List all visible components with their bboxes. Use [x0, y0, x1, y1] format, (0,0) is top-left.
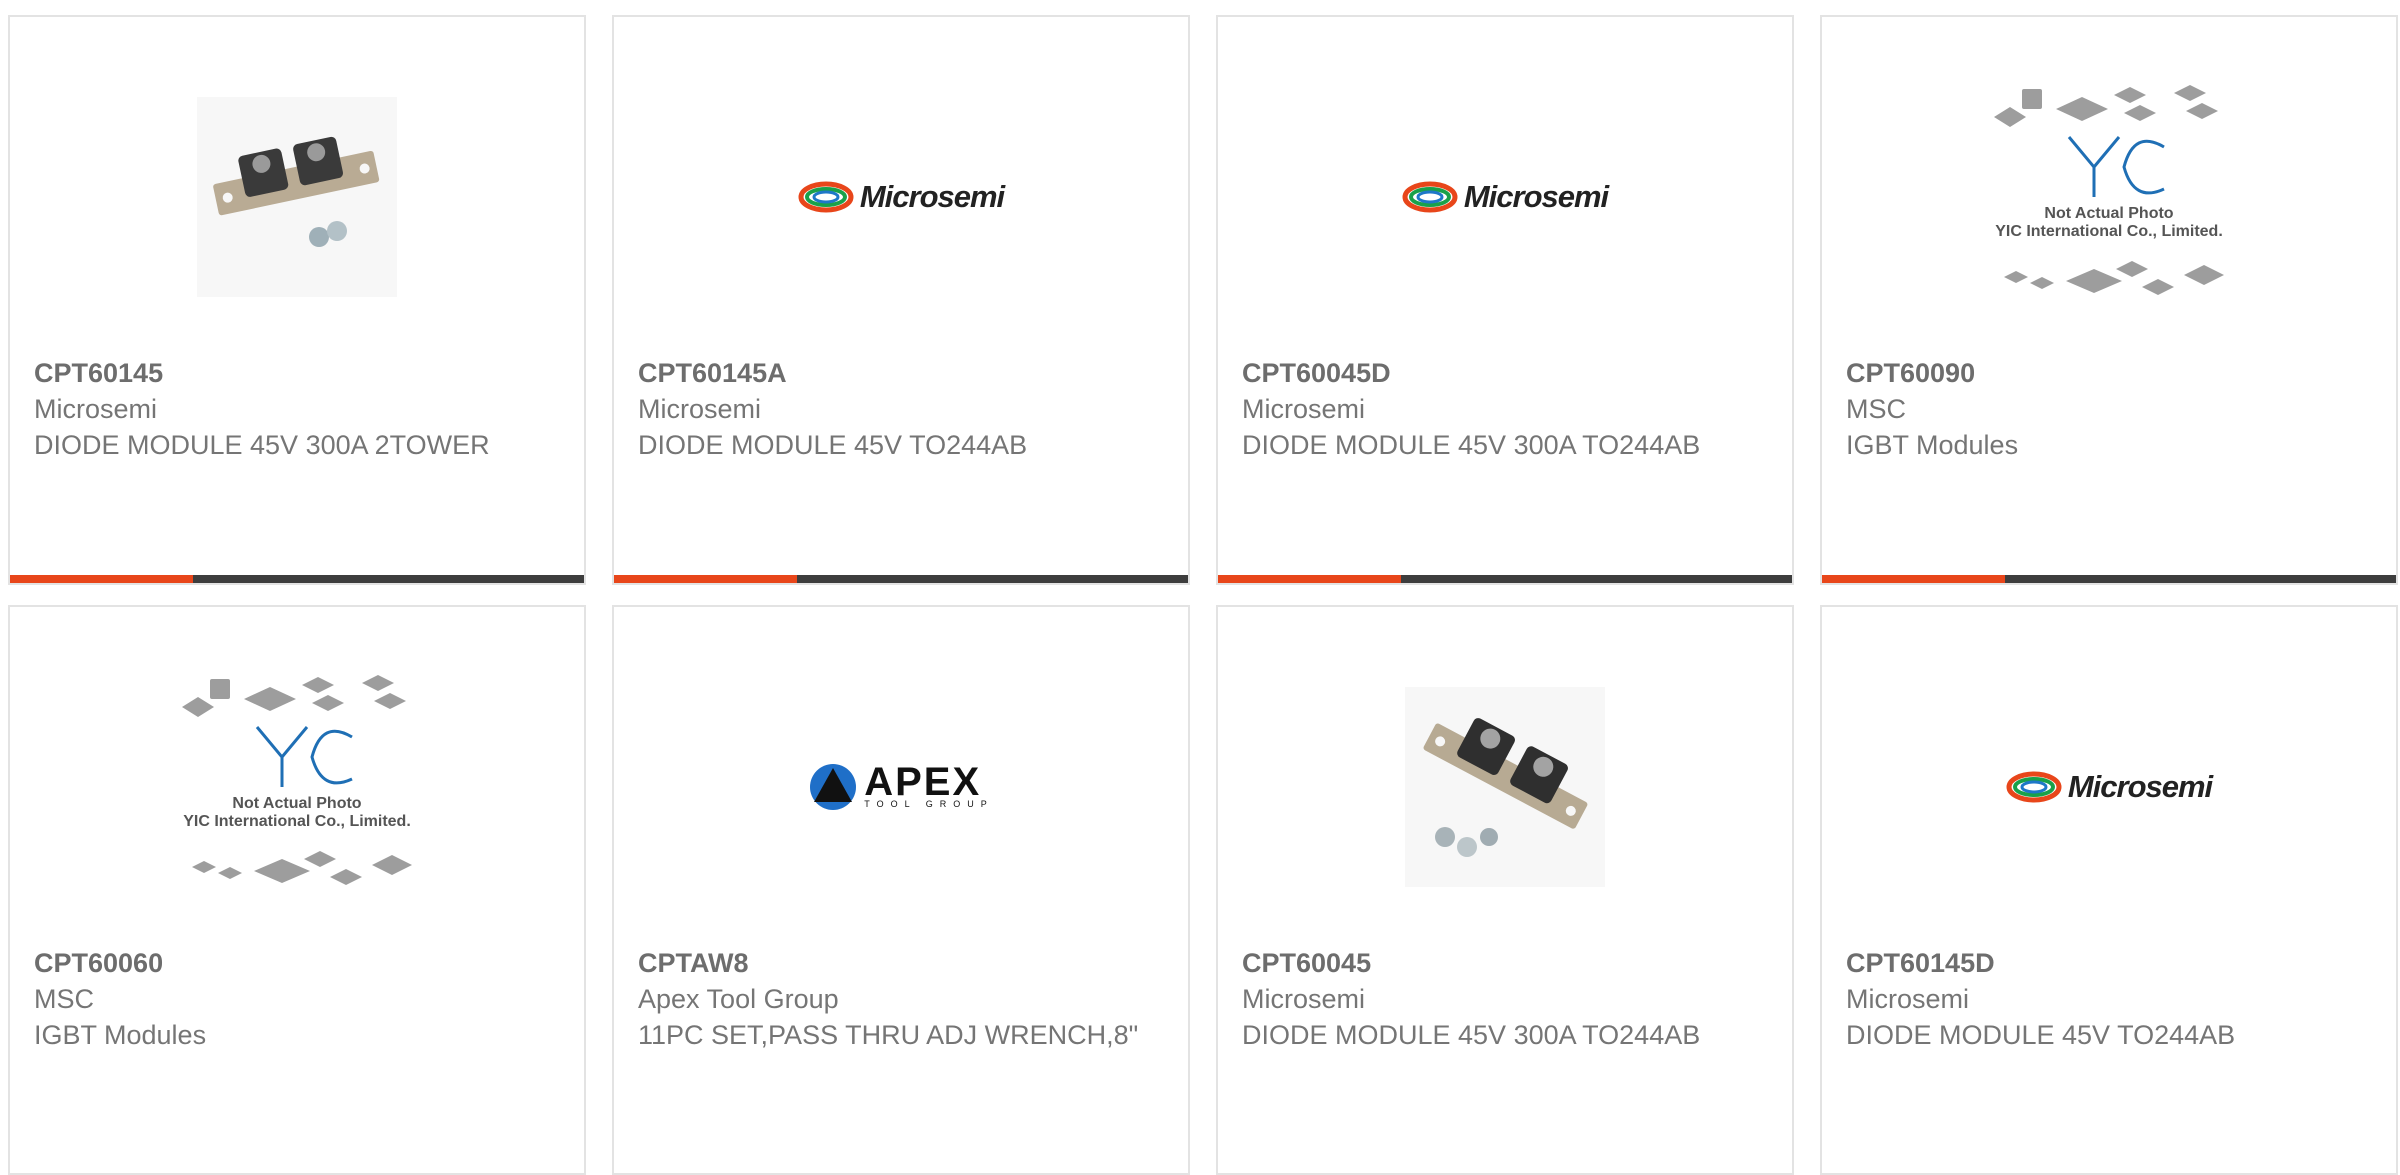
card-progress-bar	[614, 575, 1188, 583]
card-bar-accent	[10, 575, 193, 583]
product-info: CPT60060 MSC IGBT Modules	[34, 945, 560, 1053]
microsemi-logo-text: Microsemi	[1463, 179, 1609, 214]
description: IGBT Modules	[1846, 430, 2019, 460]
manufacturer: Microsemi	[1242, 394, 1366, 424]
manufacturer: Microsemi	[1846, 984, 1970, 1014]
product-card[interactable]: Not Actual Photo YIC International Co., …	[8, 605, 586, 1175]
product-card[interactable]: CPT60145 Microsemi DIODE MODULE 45V 300A…	[8, 15, 586, 585]
card-progress-bar	[1822, 575, 2396, 583]
diode-module-photo	[1405, 687, 1605, 887]
part-number[interactable]: CPTAW8	[638, 945, 1164, 981]
description: DIODE MODULE 45V 300A TO244AB	[1242, 1020, 1701, 1050]
apex-logo: APEX TOOL GROUP	[808, 762, 994, 812]
product-image	[1218, 667, 1792, 907]
yic-caption-line2: YIC International Co., Limited.	[1995, 223, 2223, 240]
manufacturer: Apex Tool Group	[638, 984, 839, 1014]
microsemi-logo: Microsemi	[798, 179, 1005, 215]
apex-triangle-icon	[810, 764, 857, 810]
apex-logo-subtext: TOOL GROUP	[864, 799, 994, 809]
microsemi-logo-text: Microsemi	[2067, 769, 2213, 804]
product-card[interactable]: CPT60045 Microsemi DIODE MODULE 45V 300A…	[1216, 605, 1794, 1175]
description: 11PC SET,PASS THRU ADJ WRENCH,8"	[638, 1020, 1139, 1050]
product-image	[10, 77, 584, 317]
description: DIODE MODULE 45V 300A TO244AB	[1242, 430, 1701, 460]
product-image: Microsemi	[614, 77, 1188, 317]
product-card[interactable]: APEX TOOL GROUP CPTAW8 Apex Tool Group 1…	[612, 605, 1190, 1175]
product-info: CPT60145 Microsemi DIODE MODULE 45V 300A…	[34, 355, 560, 463]
part-number[interactable]: CPT60045	[1242, 945, 1768, 981]
product-info: CPT60045D Microsemi DIODE MODULE 45V 300…	[1242, 355, 1768, 463]
manufacturer: Microsemi	[638, 394, 762, 424]
product-info: CPT60145D Microsemi DIODE MODULE 45V TO2…	[1846, 945, 2372, 1053]
product-card[interactable]: Microsemi CPT60145D Microsemi DIODE MODU…	[1820, 605, 2398, 1175]
apex-wordmark: APEX TOOL GROUP	[864, 760, 994, 809]
yic-caption: Not Actual Photo YIC International Co., …	[162, 795, 432, 831]
manufacturer: Microsemi	[34, 394, 158, 424]
yic-placeholder-image: Not Actual Photo YIC International Co., …	[162, 667, 432, 907]
product-image: Microsemi	[1218, 77, 1792, 317]
microsemi-logo: Microsemi	[2006, 769, 2213, 805]
part-number[interactable]: CPT60090	[1846, 355, 2372, 391]
product-image: Not Actual Photo YIC International Co., …	[1822, 77, 2396, 317]
product-grid: CPT60145 Microsemi DIODE MODULE 45V 300A…	[8, 15, 2398, 1175]
yic-caption-line1: Not Actual Photo	[2044, 205, 2174, 222]
manufacturer: Microsemi	[1242, 984, 1366, 1014]
microsemi-swirl-icon	[2006, 771, 2062, 803]
part-number[interactable]: CPT60060	[34, 945, 560, 981]
yic-caption: Not Actual Photo YIC International Co., …	[1974, 205, 2244, 241]
microsemi-swirl-icon	[798, 181, 854, 213]
part-number[interactable]: CPT60045D	[1242, 355, 1768, 391]
manufacturer: MSC	[1846, 394, 1906, 424]
product-info: CPT60090 MSC IGBT Modules	[1846, 355, 2372, 463]
apex-logo-text: APEX	[864, 760, 982, 804]
part-number[interactable]: CPT60145	[34, 355, 560, 391]
card-progress-bar	[10, 575, 584, 583]
yic-caption-line1: Not Actual Photo	[232, 795, 362, 812]
product-card[interactable]: Not Actual Photo YIC International Co., …	[1820, 15, 2398, 585]
microsemi-logo: Microsemi	[1402, 179, 1609, 215]
description: DIODE MODULE 45V TO244AB	[638, 430, 1028, 460]
product-info: CPT60045 Microsemi DIODE MODULE 45V 300A…	[1242, 945, 1768, 1053]
card-bar-accent	[1822, 575, 2005, 583]
card-bar-accent	[614, 575, 797, 583]
description: DIODE MODULE 45V TO244AB	[1846, 1020, 2236, 1050]
product-card[interactable]: Microsemi CPT60145A Microsemi DIODE MODU…	[612, 15, 1190, 585]
microsemi-logo-text: Microsemi	[859, 179, 1005, 214]
manufacturer: MSC	[34, 984, 94, 1014]
product-info: CPTAW8 Apex Tool Group 11PC SET,PASS THR…	[638, 945, 1164, 1053]
product-image: APEX TOOL GROUP	[614, 667, 1188, 907]
yic-placeholder-image: Not Actual Photo YIC International Co., …	[1974, 77, 2244, 317]
part-number[interactable]: CPT60145A	[638, 355, 1164, 391]
product-card[interactable]: Microsemi CPT60045D Microsemi DIODE MODU…	[1216, 15, 1794, 585]
product-image: Not Actual Photo YIC International Co., …	[10, 667, 584, 907]
part-number[interactable]: CPT60145D	[1846, 945, 2372, 981]
yic-caption-line2: YIC International Co., Limited.	[183, 813, 411, 830]
description: IGBT Modules	[34, 1020, 207, 1050]
microsemi-swirl-icon	[1402, 181, 1458, 213]
diode-module-photo	[197, 97, 397, 297]
chip-cluster-icon	[182, 675, 412, 885]
chip-cluster-icon	[1994, 85, 2224, 295]
card-progress-bar	[1218, 575, 1792, 583]
product-image: Microsemi	[1822, 667, 2396, 907]
product-info: CPT60145A Microsemi DIODE MODULE 45V TO2…	[638, 355, 1164, 463]
description: DIODE MODULE 45V 300A 2TOWER	[34, 430, 490, 460]
card-bar-accent	[1218, 575, 1401, 583]
